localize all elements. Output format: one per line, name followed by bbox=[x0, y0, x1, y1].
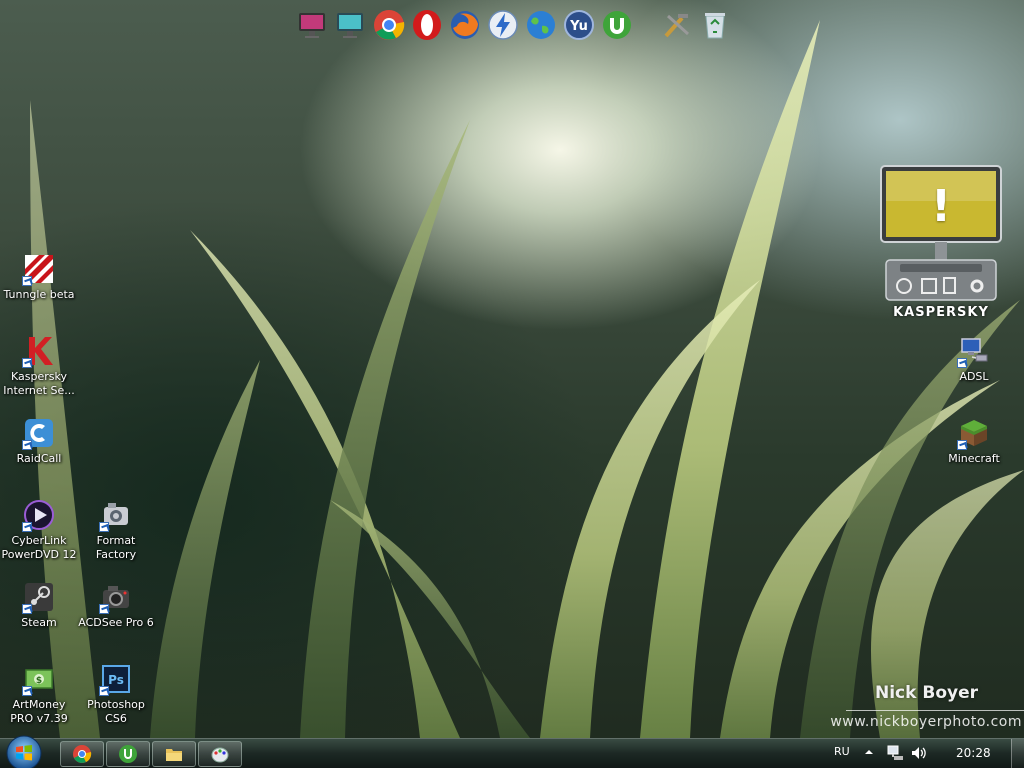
dock-item-utorrent[interactable] bbox=[599, 7, 635, 43]
shortcut-arrow-icon bbox=[99, 686, 109, 696]
format-factory-icon bbox=[99, 498, 133, 532]
desktop-icon-label: ArtMoney PRO v7.39 bbox=[10, 698, 68, 725]
dock-item-display[interactable] bbox=[333, 7, 369, 43]
desktop-icon-label: Minecraft bbox=[948, 452, 1000, 465]
paint-icon bbox=[211, 747, 229, 763]
show-desktop-button[interactable] bbox=[1011, 739, 1024, 768]
watermark-url: www.nickboyerphoto.com bbox=[830, 714, 1022, 730]
kaspersky-gadget[interactable]: ! KASPERSKY bbox=[880, 165, 1002, 325]
desktop-icon-steam[interactable]: Steam bbox=[1, 580, 77, 630]
monitor-icon bbox=[299, 13, 325, 38]
desktop-icon-raidcall[interactable]: RaidCall bbox=[1, 416, 77, 466]
shortcut-arrow-icon bbox=[957, 440, 967, 450]
shortcut-arrow-icon bbox=[22, 440, 32, 450]
shortcut-arrow-icon bbox=[22, 358, 32, 368]
tools-icon bbox=[664, 14, 690, 38]
tunngle-icon bbox=[22, 252, 56, 286]
opera-icon bbox=[413, 10, 441, 40]
desktop-icon-label: Tunngle beta bbox=[3, 288, 75, 301]
desktop-icon-label: Kaspersky Internet Se... bbox=[3, 370, 75, 397]
dock-item-recycle-bin[interactable] bbox=[697, 7, 733, 43]
network-tray-icon[interactable] bbox=[886, 745, 904, 761]
start-button[interactable] bbox=[4, 733, 44, 768]
watermark-name: Nick Boyer bbox=[875, 683, 978, 703]
taskbar-button-paint[interactable] bbox=[198, 741, 242, 767]
desktop-icon-label: Format Factory bbox=[95, 534, 137, 561]
desktop-icon-kaspersky[interactable]: Kaspersky Internet Se... bbox=[1, 334, 77, 398]
desktop-icon-label: CyberLink PowerDVD 12 bbox=[1, 534, 77, 561]
svg-text:Yu: Yu bbox=[569, 19, 588, 34]
watermark-divider bbox=[846, 710, 1024, 711]
acdsee-icon bbox=[99, 580, 133, 614]
taskbar-button-explorer[interactable] bbox=[152, 741, 196, 767]
dock-item-firefox[interactable] bbox=[447, 7, 483, 43]
display-icon bbox=[337, 13, 363, 38]
desktop-icon-label: ADSL bbox=[959, 370, 989, 383]
volume-tray-icon[interactable] bbox=[910, 745, 928, 761]
desktop-icon-photoshop[interactable]: Ps Photoshop CS6 bbox=[78, 662, 154, 726]
network-connection-icon bbox=[957, 334, 991, 368]
photoshop-icon: Ps bbox=[99, 662, 133, 696]
desktop-icon-label: ACDSee Pro 6 bbox=[78, 616, 154, 629]
shortcut-arrow-icon bbox=[22, 276, 32, 286]
kaspersky-logo: KASPERSKY bbox=[893, 305, 989, 320]
kaspersky-icon bbox=[22, 334, 56, 368]
desktop-icon-label: Photoshop CS6 bbox=[87, 698, 145, 725]
minecraft-icon bbox=[957, 416, 991, 450]
raidcall-icon bbox=[22, 416, 56, 450]
desktop-icon-label: Steam bbox=[21, 616, 57, 629]
flash-icon bbox=[488, 10, 518, 40]
steam-icon bbox=[22, 580, 56, 614]
chrome-icon bbox=[374, 10, 405, 40]
tray-expand-icon[interactable] bbox=[864, 747, 874, 757]
globe-icon bbox=[527, 11, 555, 39]
firefox-icon bbox=[451, 11, 479, 39]
explorer-icon bbox=[166, 749, 182, 761]
recycle-bin-icon bbox=[705, 13, 725, 39]
dock-item-opera[interactable] bbox=[409, 7, 445, 43]
shortcut-arrow-icon bbox=[22, 604, 32, 614]
desktop-icon-tunngle[interactable]: Tunngle beta bbox=[1, 252, 77, 302]
taskbar-clock[interactable]: 20:28 bbox=[956, 746, 991, 760]
dock-item-globe[interactable] bbox=[523, 7, 559, 43]
desktop[interactable]: Yu Tunngle beta Kaspersky Internet Se... bbox=[0, 0, 1024, 768]
svg-text:Ps: Ps bbox=[108, 673, 124, 687]
yu-icon: Yu bbox=[564, 10, 594, 40]
desktop-icon-label: RaidCall bbox=[16, 452, 62, 465]
shortcut-arrow-icon bbox=[22, 686, 32, 696]
top-dock: Yu bbox=[294, 4, 734, 46]
dock-item-monitor[interactable] bbox=[295, 7, 331, 43]
shortcut-arrow-icon bbox=[957, 358, 967, 368]
chrome-icon bbox=[73, 745, 92, 763]
desktop-icon-adsl[interactable]: ADSL bbox=[936, 334, 1012, 384]
artmoney-icon: $ bbox=[22, 662, 56, 696]
desktop-icon-acdsee[interactable]: ACDSee Pro 6 bbox=[78, 580, 154, 630]
shortcut-arrow-icon bbox=[99, 604, 109, 614]
dock-item-tools[interactable] bbox=[659, 7, 695, 43]
utorrent-icon bbox=[119, 745, 137, 763]
dock-item-flash[interactable] bbox=[485, 7, 521, 43]
taskbar: RU 20:28 bbox=[0, 735, 1024, 768]
desktop-icon-powerdvd[interactable]: CyberLink PowerDVD 12 bbox=[1, 498, 77, 562]
shortcut-arrow-icon bbox=[22, 522, 32, 532]
dock-item-yu[interactable]: Yu bbox=[561, 7, 597, 43]
taskbar-button-utorrent[interactable] bbox=[106, 741, 150, 767]
shortcut-arrow-icon bbox=[99, 522, 109, 532]
powerdvd-icon bbox=[22, 498, 56, 532]
utorrent-icon bbox=[603, 11, 631, 39]
warning-icon: ! bbox=[930, 181, 952, 232]
desktop-icon-artmoney[interactable]: $ ArtMoney PRO v7.39 bbox=[1, 662, 77, 726]
language-indicator[interactable]: RU bbox=[834, 745, 850, 758]
svg-text:$: $ bbox=[36, 676, 42, 686]
dock-item-chrome[interactable] bbox=[371, 7, 407, 43]
desktop-icon-format-factory[interactable]: Format Factory bbox=[78, 498, 154, 562]
desktop-icon-minecraft[interactable]: Minecraft bbox=[936, 416, 1012, 466]
taskbar-button-chrome[interactable] bbox=[60, 741, 104, 767]
